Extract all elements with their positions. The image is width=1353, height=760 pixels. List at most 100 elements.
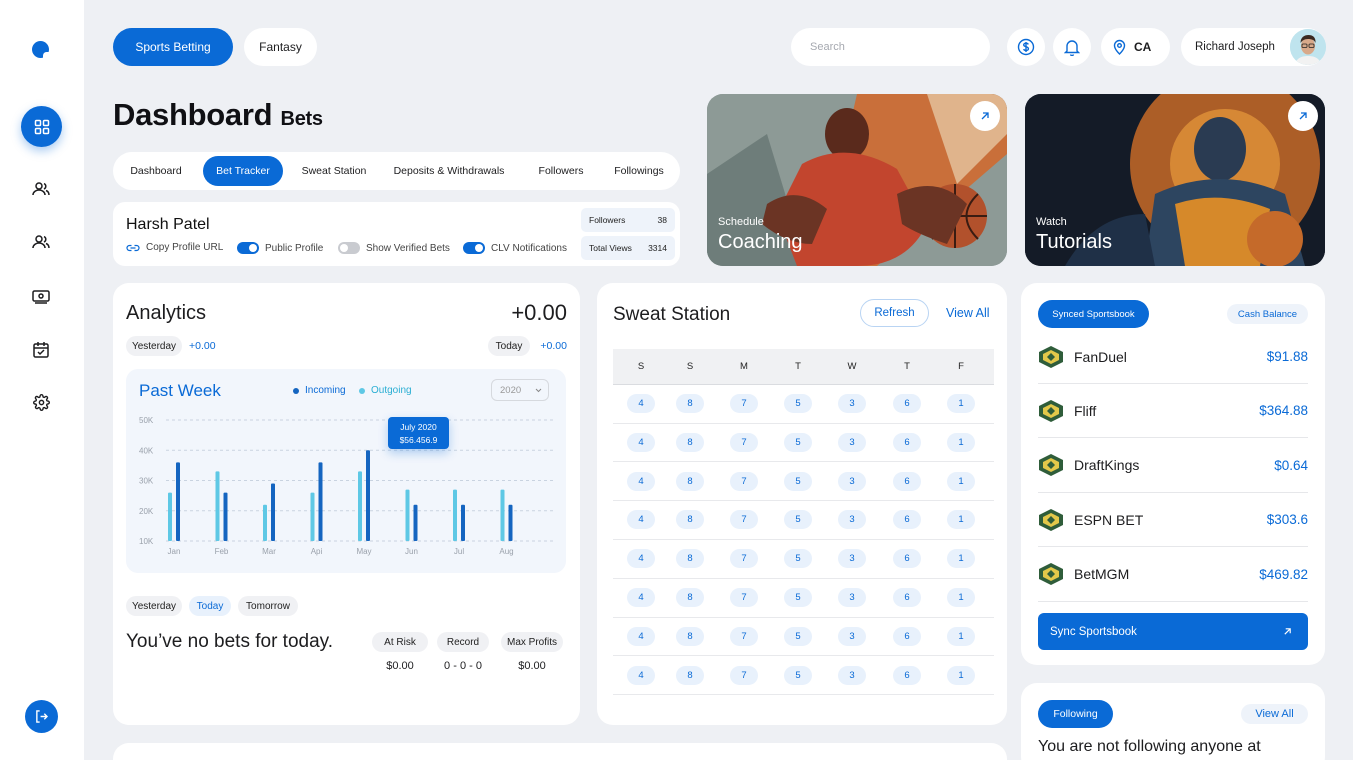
sweat-cell[interactable]: 5: [784, 432, 812, 452]
sweat-cell[interactable]: 1: [947, 626, 975, 646]
bar-outgoing[interactable]: [405, 489, 410, 541]
public-profile-toggle[interactable]: Public Profile: [237, 242, 323, 254]
sports-betting-tab[interactable]: Sports Betting: [113, 28, 233, 66]
sweat-cell[interactable]: 7: [730, 665, 758, 685]
sweat-cell[interactable]: 8: [676, 665, 704, 685]
sweat-cell[interactable]: 1: [947, 549, 975, 569]
sweat-cell[interactable]: 5: [784, 549, 812, 569]
fantasy-tab[interactable]: Fantasy: [244, 28, 317, 66]
bar-outgoing[interactable]: [215, 471, 220, 541]
sweat-cell[interactable]: 3: [838, 394, 866, 413]
open-arrow-icon[interactable]: [970, 101, 1000, 131]
tutorials-promo[interactable]: Watch Tutorials: [1025, 94, 1325, 266]
sweat-cell[interactable]: 1: [947, 665, 975, 685]
coaching-promo[interactable]: Schedule Coaching: [707, 94, 1007, 266]
sweat-cell[interactable]: 6: [893, 510, 921, 530]
sweat-cell[interactable]: 3: [838, 549, 866, 569]
sweat-cell[interactable]: 1: [947, 394, 975, 413]
sync-sportsbook-button[interactable]: Sync Sportsbook: [1038, 613, 1308, 650]
search-input[interactable]: [791, 28, 990, 66]
bar-outgoing[interactable]: [453, 489, 457, 541]
sportsbook-row[interactable]: DraftKings $0.64: [1038, 439, 1308, 493]
sweat-cell[interactable]: 4: [627, 588, 655, 607]
refresh-button[interactable]: Refresh: [860, 299, 929, 327]
sweat-cell[interactable]: 8: [676, 471, 704, 491]
sweat-view-all-link[interactable]: View All: [946, 306, 990, 320]
sweat-cell[interactable]: 5: [784, 588, 812, 607]
dashboard-nav-icon[interactable]: [21, 106, 62, 147]
calendar-nav-icon[interactable]: [31, 339, 51, 359]
bar-incoming[interactable]: [318, 462, 323, 541]
sweat-cell[interactable]: 6: [893, 432, 921, 452]
sweat-cell[interactable]: 4: [627, 665, 655, 685]
bar-incoming[interactable]: [223, 492, 228, 541]
dollar-icon[interactable]: [1007, 28, 1045, 66]
sweat-cell[interactable]: 1: [947, 471, 975, 491]
sweat-cell[interactable]: 1: [947, 588, 975, 607]
location-selector[interactable]: CA: [1101, 28, 1170, 66]
bar-incoming[interactable]: [413, 504, 418, 541]
tab-deposits-withdrawals[interactable]: Deposits & Withdrawals: [389, 156, 509, 186]
sweat-cell[interactable]: 1: [947, 432, 975, 452]
sweat-cell[interactable]: 8: [676, 432, 704, 452]
sweat-cell[interactable]: 3: [838, 665, 866, 685]
sportsbook-row[interactable]: Fliff $364.88: [1038, 384, 1308, 439]
sweat-cell[interactable]: 7: [730, 432, 758, 452]
sweat-cell[interactable]: 5: [784, 665, 812, 685]
bar-outgoing[interactable]: [168, 492, 172, 541]
brand-logo-icon[interactable]: [32, 41, 50, 59]
sweat-cell[interactable]: 5: [784, 471, 812, 491]
tab-sweat-station[interactable]: Sweat Station: [294, 156, 374, 186]
sweat-cell[interactable]: 6: [893, 471, 921, 491]
sportsbook-row[interactable]: FanDuel $91.88: [1038, 330, 1308, 384]
sweat-cell[interactable]: 6: [893, 588, 921, 607]
bar-incoming[interactable]: [176, 462, 180, 541]
sweat-cell[interactable]: 4: [627, 510, 655, 530]
sweat-cell[interactable]: 8: [676, 510, 704, 530]
toggle-switch[interactable]: [237, 242, 259, 254]
bar-incoming[interactable]: [508, 504, 513, 541]
day-tab-today[interactable]: Today: [189, 596, 231, 616]
sweat-cell[interactable]: 3: [838, 510, 866, 530]
sweat-cell[interactable]: 6: [893, 665, 921, 685]
cash-balance-tab[interactable]: Cash Balance: [1227, 304, 1308, 324]
today-chip[interactable]: Today: [488, 336, 530, 356]
sweat-cell[interactable]: 4: [627, 471, 655, 491]
sweat-cell[interactable]: 3: [838, 588, 866, 607]
sweat-cell[interactable]: 5: [784, 626, 812, 646]
show-verified-toggle[interactable]: Show Verified Bets: [338, 242, 450, 254]
following-tab[interactable]: Following: [1038, 700, 1113, 728]
tab-followers[interactable]: Followers: [529, 156, 593, 186]
synced-sportsbook-tab[interactable]: Synced Sportsbook: [1038, 300, 1149, 328]
sportsbook-row[interactable]: ESPN BET $303.6: [1038, 493, 1308, 548]
sweat-cell[interactable]: 8: [676, 394, 704, 413]
bar-outgoing[interactable]: [358, 471, 362, 541]
followers-nav-icon[interactable]: [31, 232, 51, 252]
day-tab-tomorrow[interactable]: Tomorrow: [238, 596, 298, 616]
bar-outgoing[interactable]: [500, 489, 505, 541]
open-arrow-icon[interactable]: [1288, 101, 1318, 131]
sweat-cell[interactable]: 7: [730, 588, 758, 607]
sweat-cell[interactable]: 4: [627, 432, 655, 452]
sweat-cell[interactable]: 7: [730, 471, 758, 491]
settings-gear-icon[interactable]: [31, 392, 51, 412]
notification-bell-icon[interactable]: [1053, 28, 1091, 66]
sportsbook-row[interactable]: BetMGM $469.82: [1038, 548, 1308, 602]
bar-incoming[interactable]: [366, 450, 370, 541]
day-tab-yesterday[interactable]: Yesterday: [126, 596, 182, 616]
bar-incoming[interactable]: [461, 504, 465, 541]
sweat-cell[interactable]: 3: [838, 432, 866, 452]
wallet-nav-icon[interactable]: [31, 286, 51, 306]
yesterday-chip[interactable]: Yesterday: [126, 336, 182, 356]
logout-button[interactable]: [25, 700, 58, 733]
bar-outgoing[interactable]: [263, 504, 267, 541]
sweat-cell[interactable]: 4: [627, 626, 655, 646]
sweat-cell[interactable]: 4: [627, 549, 655, 569]
sweat-cell[interactable]: 6: [893, 626, 921, 646]
sweat-cell[interactable]: 7: [730, 394, 758, 413]
sweat-cell[interactable]: 3: [838, 626, 866, 646]
tab-bet-tracker[interactable]: Bet Tracker: [203, 156, 283, 186]
following-view-all-button[interactable]: View All: [1241, 704, 1308, 724]
toggle-switch[interactable]: [338, 242, 360, 254]
sweat-cell[interactable]: 7: [730, 626, 758, 646]
